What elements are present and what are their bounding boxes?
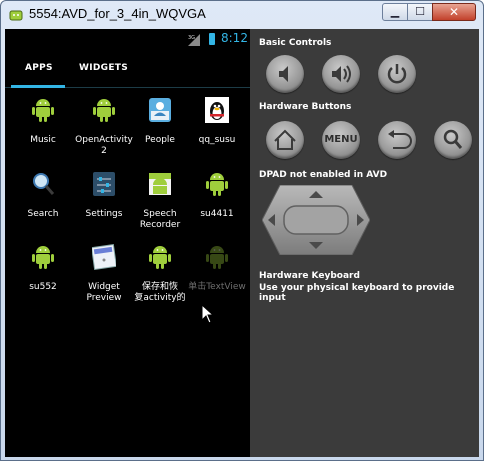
- android-icon: [32, 99, 54, 122]
- hardware-keyboard-title: Hardware Keyboard: [259, 271, 360, 281]
- tab-apps[interactable]: APPS: [25, 63, 53, 73]
- home-button[interactable]: [266, 121, 304, 159]
- android-icon: [206, 246, 228, 269]
- android-icon: [149, 246, 171, 269]
- hardware-keyboard-description: Use your physical keyboard to provide in…: [259, 283, 455, 303]
- app-label: su552: [29, 282, 57, 292]
- speech-recorder-icon: [149, 173, 171, 195]
- android-icon: [93, 99, 115, 122]
- power-button[interactable]: [378, 55, 416, 93]
- close-icon: ✕: [448, 5, 460, 19]
- menu-button[interactable]: MENU: [322, 121, 360, 159]
- battery-icon: [209, 33, 215, 45]
- status-time: 8:12: [221, 31, 248, 45]
- volume-down-button[interactable]: [266, 55, 304, 93]
- volume-down-icon: [279, 66, 288, 82]
- minimize-icon: ▁: [390, 5, 400, 18]
- app-label: Music: [30, 135, 56, 145]
- dpad-control[interactable]: [262, 185, 370, 255]
- hardware-buttons-title: Hardware Buttons: [259, 102, 352, 112]
- minimize-button[interactable]: ▁: [382, 3, 408, 21]
- search-icon: [33, 173, 55, 195]
- device-screen[interactable]: 3G 8:12 APPS WIDGETS Music OpenActivity 2…: [5, 29, 250, 457]
- tab-widgets[interactable]: WIDGETS: [79, 63, 128, 73]
- people-icon: [149, 98, 171, 122]
- dpad-title: DPAD not enabled in AVD: [259, 170, 388, 180]
- search-button[interactable]: [434, 121, 472, 159]
- penguin-icon: [205, 97, 229, 123]
- basic-controls-title: Basic Controls: [259, 38, 332, 48]
- window-title: 5554:AVD_for_3_4in_WQVGA: [29, 6, 206, 21]
- tab-selected-indicator: [11, 85, 65, 88]
- settings-icon: [93, 172, 115, 196]
- title-bar[interactable]: 5554:AVD_for_3_4in_WQVGA ▁ ☐ ✕: [1, 1, 483, 29]
- emulator-app-icon: [9, 10, 23, 21]
- controls-panel: Basic Controls Hardware Buttons MENU DPA…: [259, 29, 479, 457]
- mouse-cursor-icon: [201, 304, 215, 324]
- android-icon: [206, 173, 228, 196]
- status-bar: 3G 8:12: [5, 29, 250, 49]
- menu-label: MENU: [324, 134, 358, 145]
- app-label: Search: [27, 209, 59, 219]
- back-button[interactable]: [378, 121, 416, 159]
- launcher-tabs: APPS WIDGETS: [5, 57, 250, 89]
- volume-up-button[interactable]: [322, 55, 360, 93]
- close-button[interactable]: ✕: [432, 3, 476, 21]
- app-label: su4411: [200, 209, 234, 219]
- emulator-window: 5554:AVD_for_3_4in_WQVGA ▁ ☐ ✕ 3G 8:12 A…: [0, 0, 484, 461]
- widget-preview-icon: [92, 244, 116, 270]
- volume-up-icon: [332, 65, 351, 83]
- maximize-icon: ☐: [415, 5, 425, 18]
- svg-text:3G: 3G: [188, 35, 195, 41]
- android-icon: [32, 246, 54, 269]
- app-label: qq_susu: [198, 135, 236, 145]
- power-icon: [387, 64, 407, 84]
- home-icon: [274, 129, 296, 150]
- signal-icon: 3G: [188, 34, 200, 46]
- app-label: 单击TextView: [188, 282, 246, 292]
- search-icon: [443, 129, 463, 149]
- maximize-button[interactable]: ☐: [407, 3, 433, 21]
- back-icon: [388, 130, 412, 149]
